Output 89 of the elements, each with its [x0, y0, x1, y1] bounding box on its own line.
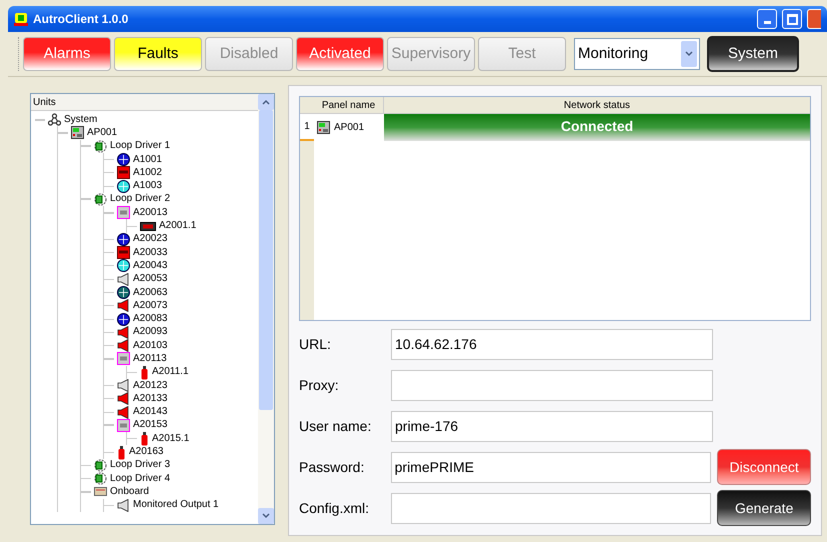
- tree-item[interactable]: A20013: [133, 208, 168, 218]
- tree-item[interactable]: A20163: [129, 447, 164, 458]
- field-label: User name:: [299, 416, 372, 436]
- column-header[interactable]: Panel name: [314, 97, 384, 113]
- tree-item[interactable]: AP001: [87, 128, 118, 138]
- tree-item[interactable]: Monitored Output 1: [133, 500, 219, 510]
- scroll-down-icon: [262, 513, 270, 519]
- field-label: Config.xml:: [299, 498, 370, 518]
- control-panel-icon: [71, 126, 84, 140]
- sounder-icon: [117, 299, 130, 312]
- scrollbar[interactable]: [258, 94, 274, 524]
- display-icon: [140, 222, 156, 231]
- generate-button[interactable]: Generate: [717, 490, 811, 526]
- field-label: URL:: [299, 334, 332, 354]
- extinguisher-icon: [140, 431, 149, 446]
- tree-item[interactable]: A20143: [133, 407, 168, 418]
- sounder-icon: [117, 272, 130, 286]
- input-field[interactable]: [391, 370, 713, 400]
- filter-button[interactable]: Activated: [296, 37, 384, 72]
- tree-item[interactable]: A20073: [133, 300, 168, 311]
- filter-button[interactable]: Faults: [114, 37, 202, 72]
- tree-item[interactable]: System: [64, 114, 98, 125]
- tree-item[interactable]: A20023: [133, 234, 168, 244]
- disconnect-button[interactable]: Disconnect: [717, 449, 811, 485]
- alarm-panel-icon: [117, 166, 130, 180]
- tree-item[interactable]: A20113: [133, 354, 167, 364]
- sounder-icon: [117, 339, 130, 352]
- tree-item[interactable]: A20153: [133, 420, 168, 430]
- tree-item[interactable]: A2011.1: [152, 367, 189, 378]
- loop-driver-icon: [94, 458, 107, 472]
- tree-item[interactable]: A2001.1: [159, 221, 196, 232]
- detector-icon: [117, 312, 130, 326]
- input-field[interactable]: 10.64.62.176: [391, 328, 713, 360]
- input-field[interactable]: prime-176: [391, 410, 713, 442]
- tree-item[interactable]: Loop Driver 3: [110, 460, 170, 470]
- extinguisher-icon: [117, 444, 126, 460]
- app-icon: [14, 12, 28, 26]
- maximize-button[interactable]: [782, 9, 802, 30]
- tree-item[interactable]: Loop Driver 1: [110, 141, 170, 152]
- detector-icon: [117, 286, 130, 299]
- tree-item[interactable]: A20053: [133, 274, 168, 284]
- status-cell: Connected: [384, 114, 810, 141]
- sounder-icon: [117, 392, 130, 406]
- tree-item[interactable]: Onboard: [110, 486, 149, 497]
- tree-item[interactable]: A1003: [133, 181, 162, 192]
- sounder-icon: [117, 379, 130, 392]
- table-cell: AP001: [314, 114, 384, 141]
- network-icon: [48, 113, 61, 126]
- tree-header: Units: [31, 94, 258, 111]
- sounder-icon: [117, 498, 130, 512]
- input-field[interactable]: primePRIME: [390, 452, 712, 482]
- board-icon: [94, 485, 107, 498]
- detector-icon: [117, 232, 130, 246]
- tree-item[interactable]: A20133: [133, 394, 168, 404]
- tree-item[interactable]: Loop Driver 2: [110, 194, 170, 204]
- filter-button[interactable]: Alarms: [23, 37, 111, 72]
- tree-item[interactable]: A20093: [133, 327, 168, 338]
- minimize-button[interactable]: [757, 9, 777, 30]
- field-label: Proxy:: [299, 376, 340, 395]
- loop-driver-icon: [94, 192, 107, 206]
- scroll-up-icon: [262, 99, 270, 105]
- control-panel-icon: [317, 121, 330, 134]
- tree-item[interactable]: A2015.1: [152, 434, 190, 444]
- column-header[interactable]: Network status: [384, 97, 810, 113]
- tree-item[interactable]: A20063: [133, 288, 168, 298]
- sounder-icon: [117, 406, 130, 419]
- detector-icon: [117, 180, 130, 193]
- tree-item[interactable]: A1002: [133, 168, 162, 178]
- loop-driver-icon: [94, 472, 107, 486]
- tree-item[interactable]: A20043: [133, 260, 168, 271]
- detector-icon: [117, 153, 130, 166]
- detector-icon: [117, 259, 130, 272]
- field-label: Password:: [299, 458, 366, 476]
- tree-item[interactable]: A20083: [133, 314, 168, 324]
- tree-item[interactable]: A20103: [133, 340, 168, 351]
- input-field[interactable]: [390, 492, 712, 524]
- alarm-panel-icon: [117, 246, 130, 260]
- tree-item[interactable]: A20123: [133, 380, 168, 391]
- extinguisher-icon: [140, 364, 149, 380]
- mode-dropdown[interactable]: Monitoring: [574, 38, 700, 70]
- loop-driver-icon: [94, 140, 107, 153]
- tree-item[interactable]: A20033: [133, 248, 168, 258]
- tree-item[interactable]: Loop Driver 4: [110, 474, 170, 484]
- sounder-icon: [117, 326, 130, 339]
- close-button[interactable]: [807, 9, 821, 30]
- row-number: 1: [300, 114, 314, 141]
- window-title: AutroClient 1.0.0: [33, 11, 128, 28]
- tree-item[interactable]: A1001: [133, 154, 162, 165]
- system-button[interactable]: System: [707, 36, 799, 72]
